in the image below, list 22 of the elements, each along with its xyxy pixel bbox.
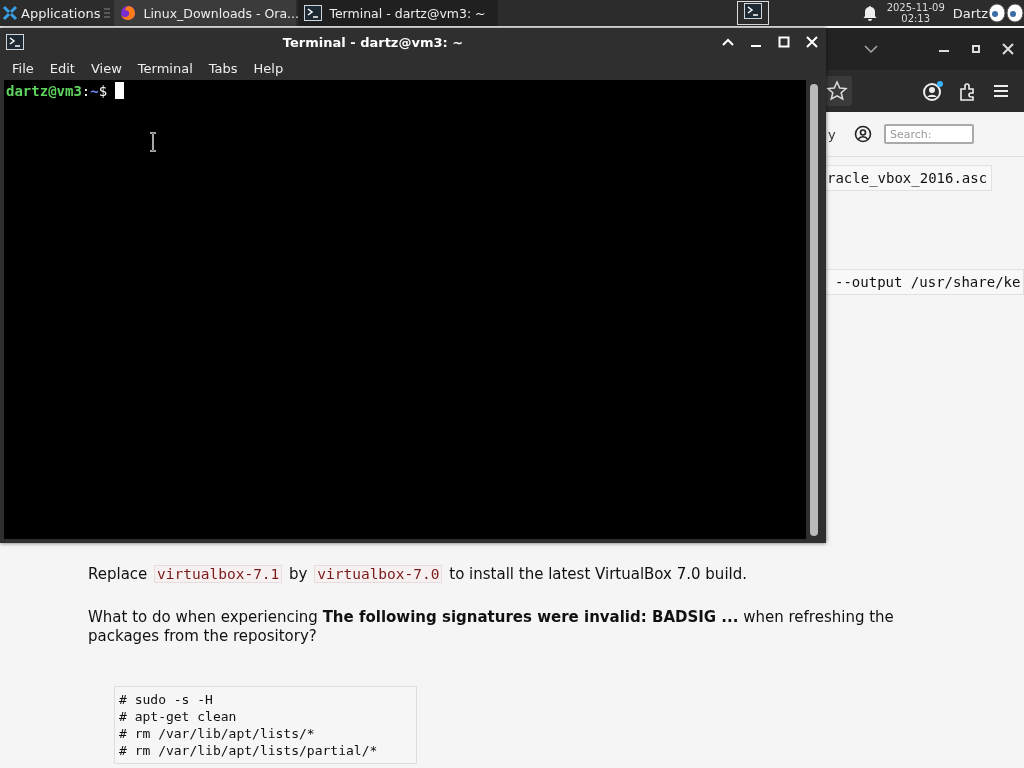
taskbar-button[interactable]: Linux_Downloads - Ora... [114,0,297,26]
code-line: # sudo -s -H [119,691,214,708]
nav-link[interactable]: y [828,126,842,142]
menu-item[interactable]: Terminal [129,60,201,76]
prompt-text: dartz@vm3:~$ [6,82,109,99]
terminal-screen[interactable]: dartz@vm3:~$ [4,80,806,539]
window-title: Terminal - dartz@vm3: ~ [281,34,465,50]
code-line: # rm /var/lib/apt/lists/partial/* [119,742,379,759]
menu-item[interactable]: Help [245,60,292,76]
paragraph: Replace virtualbox-7.1 by virtualbox-7.0 to install the latest VirtualBox 7.0 build. [88,565,748,584]
clock[interactable]: 2025-11-09 02:13 [886,2,945,24]
code-line: # apt-get clean [119,708,238,725]
search-field[interactable]: Search: [884,124,974,144]
code-line: # rm /var/lib/apt/lists/* [119,725,316,742]
menu-item[interactable]: File [4,60,42,76]
menu-item[interactable]: Edit [41,60,83,76]
applications-menu[interactable]: Applications [0,5,103,21]
menu-item[interactable]: Tabs [200,60,246,76]
menu-item[interactable]: View [82,60,130,76]
paragraph: What to do when experiencing The following signatures were invalid: BADSIG ... when refreshing the packages from the repository? [88,608,895,646]
taskbar-button[interactable]: Terminal - dartz@vm3: ~ [298,0,499,26]
user-name[interactable]: Dartz [952,5,988,21]
